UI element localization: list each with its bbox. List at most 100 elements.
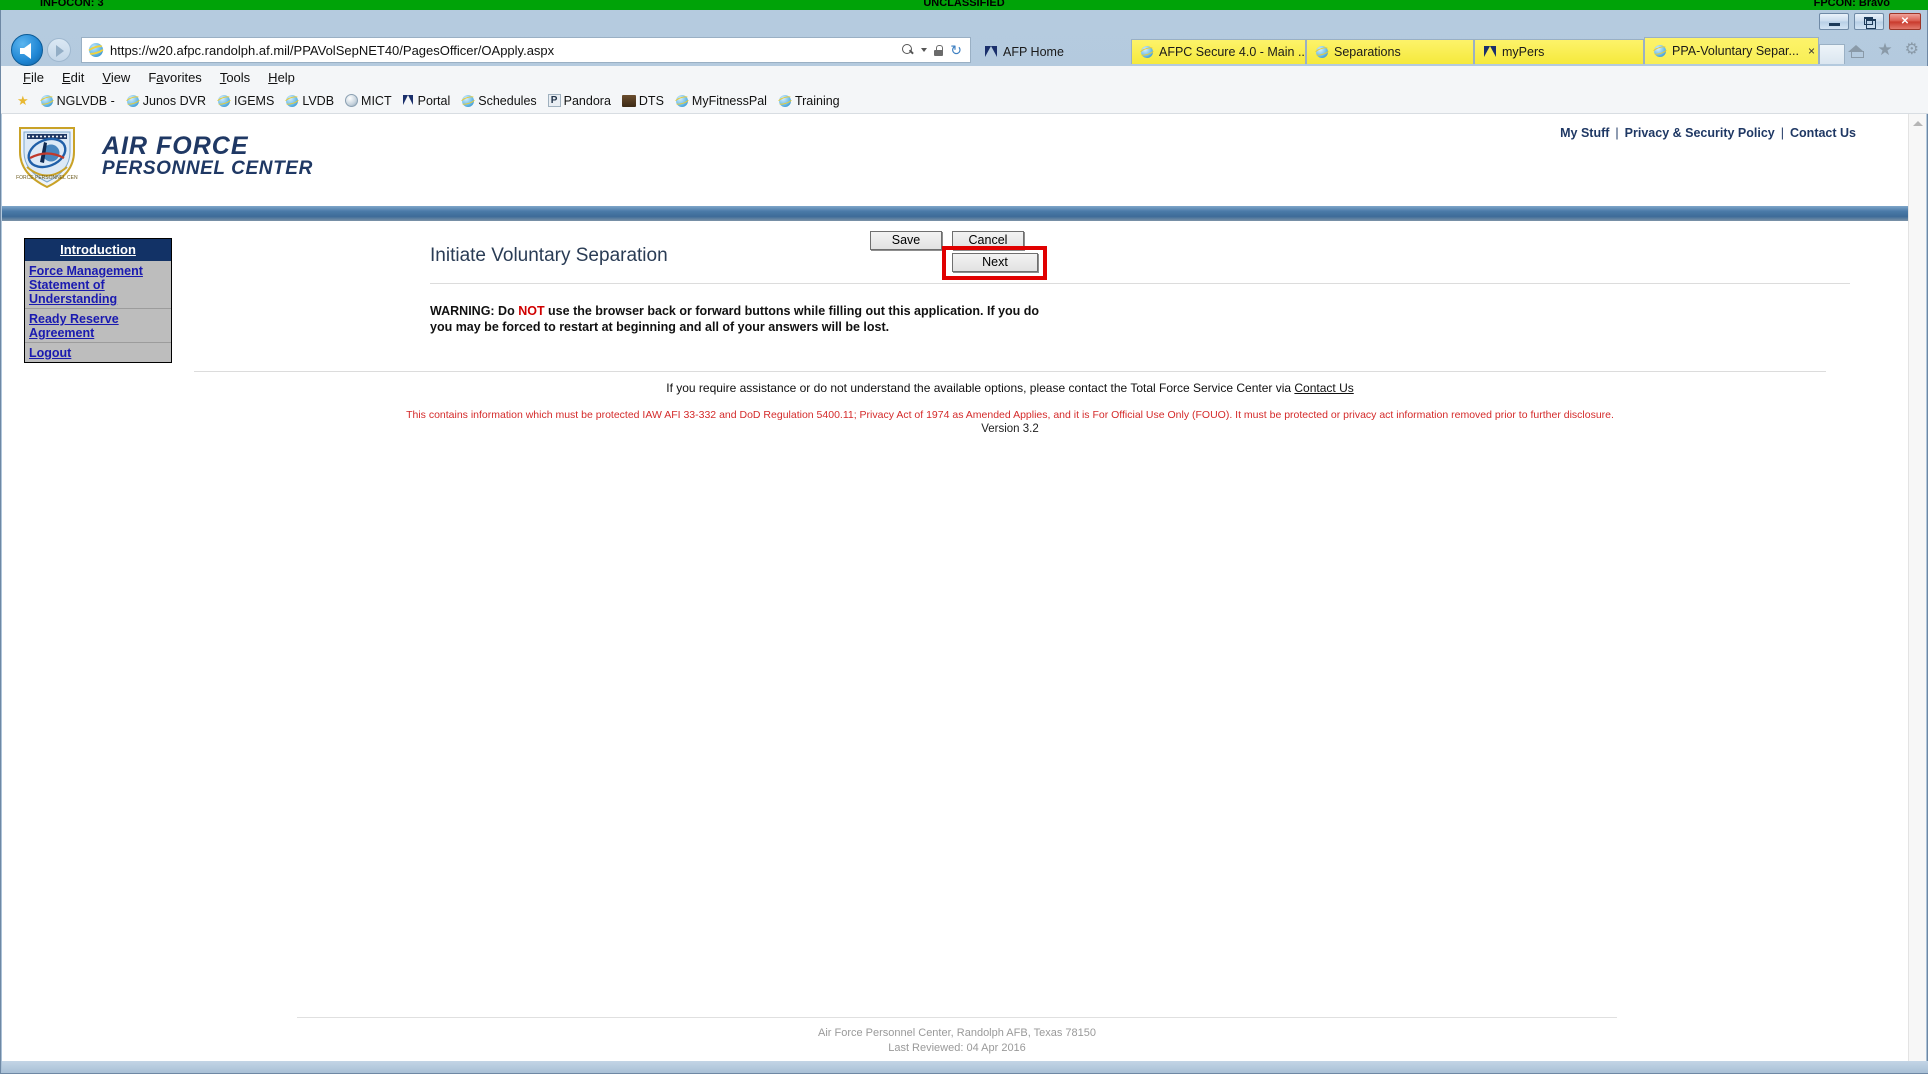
favorite-junos-dvr[interactable]: Junos DVR	[124, 93, 207, 108]
menu-item-file[interactable]: File	[23, 70, 44, 85]
favorite-pandora[interactable]: P Pandora	[547, 93, 611, 108]
home-icon[interactable]	[1848, 42, 1865, 58]
favorite-schedules[interactable]: Schedules	[459, 94, 537, 108]
favorites-star-icon[interactable]: ★	[17, 93, 29, 109]
menu-bar: File Edit View Favorites Tools Help	[1, 66, 1928, 88]
window-controls: ✕	[1819, 13, 1921, 30]
search-icon[interactable]	[902, 44, 914, 56]
browser-tab-afp-home[interactable]: AFP Home	[976, 39, 1131, 64]
browser-navigation-bar: https://w20.afpc.randolph.af.mil/PPAVolS…	[1, 32, 1928, 66]
fouo-notice: This contains information which must be …	[406, 409, 1614, 421]
ie-icon	[673, 94, 691, 108]
afp-chevron-icon	[1483, 45, 1497, 59]
site-navigation-bar	[2, 206, 1912, 221]
lock-icon	[934, 44, 944, 56]
link-contact-us[interactable]: Contact Us	[1294, 381, 1353, 395]
menu-item-view[interactable]: View	[102, 70, 130, 85]
ie-icon	[215, 94, 233, 108]
page-title: Initiate Voluntary Separation	[430, 245, 668, 266]
back-arrow-icon	[20, 43, 31, 59]
back-button[interactable]	[11, 34, 43, 66]
chevron-down-icon[interactable]	[921, 48, 928, 52]
divider	[297, 1017, 1617, 1018]
site-branding[interactable]: AIR FORCE PERSONNEL CENTER AIR FORCE PER…	[16, 122, 313, 190]
link-my-stuff[interactable]: My Stuff	[1560, 126, 1609, 140]
forward-button[interactable]	[47, 38, 71, 62]
sidebar-group: Ready Reserve Agreement	[25, 308, 171, 342]
menu-item-tools[interactable]: Tools	[220, 70, 250, 85]
browser-tab-ppa-voluntary-separation[interactable]: PPA-Voluntary Separ... ×	[1644, 37, 1819, 64]
minimize-button[interactable]	[1819, 13, 1849, 30]
classification-level-label: UNCLASSIFIED	[923, 0, 1005, 9]
ie-icon	[37, 94, 56, 108]
scroll-up-button[interactable]	[1909, 114, 1927, 132]
browser-tab-separations[interactable]: Separations	[1306, 39, 1474, 64]
favorite-mict[interactable]: MICT	[345, 94, 392, 108]
browser-tab-label: myPers	[1502, 45, 1545, 59]
ie-icon	[459, 94, 477, 108]
menu-item-favorites[interactable]: Favorites	[148, 70, 201, 85]
version-label: Version 3.2	[981, 423, 1039, 435]
menu-item-edit[interactable]: Edit	[62, 70, 84, 85]
browser-tab-label: PPA-Voluntary Separ...	[1672, 44, 1799, 58]
save-button[interactable]: Save	[870, 231, 942, 250]
sidebar-item-ready-reserve-agreement[interactable]: Ready Reserve Agreement	[29, 312, 167, 340]
browser-tab-mypers[interactable]: myPers	[1474, 39, 1644, 64]
site-title-line2: PERSONNEL CENTER	[102, 158, 313, 180]
restore-icon	[1863, 17, 1876, 29]
favorite-myfitnesspal[interactable]: MyFitnessPal	[673, 93, 767, 108]
favorite-igems[interactable]: IGEMS	[215, 94, 274, 108]
vertical-scrollbar[interactable]	[1908, 114, 1926, 1072]
favorite-training[interactable]: Training	[776, 94, 840, 108]
new-tab-button[interactable]	[1819, 44, 1845, 64]
close-icon[interactable]: ×	[1808, 44, 1815, 58]
favorite-label: Portal	[417, 93, 451, 108]
forward-arrow-icon	[56, 45, 64, 57]
refresh-icon[interactable]: ↻	[950, 43, 962, 57]
link-separator: |	[1780, 126, 1785, 140]
dts-icon	[621, 94, 636, 107]
ie-icon	[283, 94, 302, 108]
afp-chevron-icon	[402, 94, 415, 107]
main-panel: Initiate Voluntary Separation Save Cance…	[194, 231, 1850, 435]
link-privacy-security-policy[interactable]: Privacy & Security Policy	[1625, 126, 1775, 140]
page-content: AIR FORCE PERSONNEL CENTER AIR FORCE PER…	[2, 114, 1912, 1072]
favorite-label: LVDB	[302, 93, 335, 108]
next-button[interactable]: Next	[952, 253, 1038, 272]
favorite-portal[interactable]: Portal	[402, 93, 451, 108]
footer-address: Air Force Personnel Center, Randolph AFB…	[817, 1027, 1096, 1039]
footer-text: Air Force Personnel Center, Randolph AFB…	[2, 1026, 1912, 1056]
restore-button[interactable]	[1854, 13, 1884, 30]
favorite-dts[interactable]: DTS	[621, 94, 664, 108]
favorite-label: Pandora	[563, 93, 611, 108]
favorite-label: MyFitnessPal	[691, 93, 767, 108]
divider	[194, 371, 1826, 372]
favorites-bar: ★ NGLVDB - Junos DVR IGEMS LVDB MICT Por…	[1, 88, 1928, 114]
browser-window: ✕ https://w20.afpc.randolph.af.mil/PPAVo…	[0, 10, 1928, 1074]
sidebar-header: Introduction	[25, 239, 171, 261]
address-bar[interactable]: https://w20.afpc.randolph.af.mil/PPAVolS…	[81, 37, 971, 63]
settings-gear-icon[interactable]: ⚙	[1905, 41, 1919, 58]
ie-icon	[1651, 44, 1669, 58]
site-wordmark: AIR FORCE PERSONNEL CENTER	[102, 133, 313, 179]
favorite-label: Junos DVR	[142, 93, 207, 108]
fpcon-label: FPCON: Bravo	[1813, 0, 1890, 9]
browser-tab-afpc-secure[interactable]: AFPC Secure 4.0 - Main ...	[1131, 39, 1306, 64]
status-bar	[2, 1061, 1928, 1073]
menu-item-help[interactable]: Help	[268, 70, 295, 85]
warning-emphasis: NOT	[518, 304, 545, 318]
sidebar-item-logout[interactable]: Logout	[29, 346, 167, 360]
sidebar-item-force-management-statement-of-understanding[interactable]: Force Management Statement of Understand…	[29, 264, 167, 306]
address-bar-tools: ↻	[902, 43, 970, 57]
favorite-nglvdb[interactable]: NGLVDB -	[37, 93, 115, 108]
favorite-label: NGLVDB -	[56, 93, 115, 108]
ie-icon	[1138, 45, 1156, 59]
link-contact-us[interactable]: Contact Us	[1790, 126, 1856, 140]
favorites-star-icon[interactable]: ★	[1877, 41, 1892, 58]
address-input[interactable]: https://w20.afpc.randolph.af.mil/PPAVolS…	[110, 43, 902, 58]
browser-tab-label: Separations	[1334, 45, 1401, 59]
site-header: AIR FORCE PERSONNEL CENTER AIR FORCE PER…	[2, 114, 1912, 206]
close-button[interactable]: ✕	[1889, 13, 1921, 30]
favorite-lvdb[interactable]: LVDB	[283, 93, 335, 108]
ie-favicon-icon	[86, 42, 106, 58]
